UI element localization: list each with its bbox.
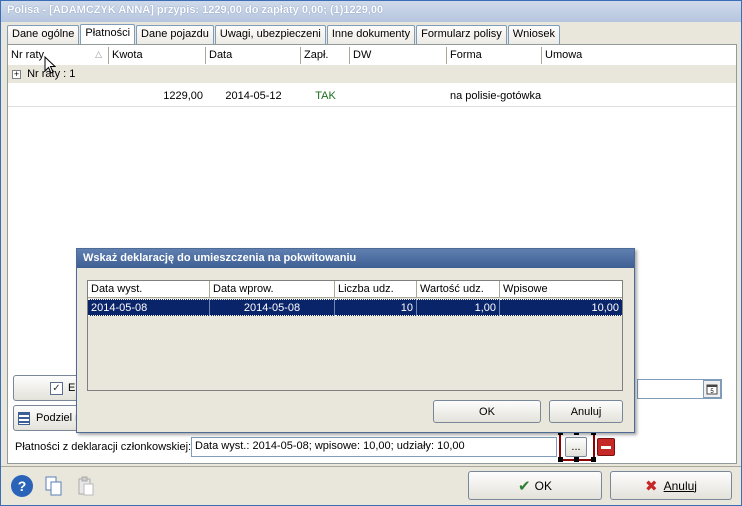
cell-nr-raty <box>8 85 109 107</box>
cell-umowa <box>542 85 736 107</box>
cell-wpisowe: 10,00 <box>500 299 622 316</box>
cell-dw <box>350 85 447 107</box>
window-title: Polisa - [ADAMCZYK ANNA] przypis: 1229,0… <box>1 1 741 22</box>
checkbox-icon: ✓ <box>50 381 63 395</box>
declaration-grid-header: Data wyst. Data wprow. Liczba udz. Warto… <box>88 281 622 298</box>
dialog-ok-button[interactable]: OK <box>433 400 541 423</box>
footer-separator <box>1 466 741 467</box>
browse-button[interactable]: ... <box>565 437 587 457</box>
column-header-data-wprow[interactable]: Data wprow. <box>210 281 335 298</box>
cell-data-wyst: 2014-05-08 <box>88 299 210 316</box>
tab-bar: Dane ogólne Płatności Dane pojazdu Uwagi… <box>7 24 561 44</box>
help-icon[interactable]: ? <box>11 475 33 497</box>
paste-icon[interactable] <box>75 475 97 497</box>
mouse-cursor-icon <box>44 56 56 74</box>
cell-zapl: TAK <box>315 90 336 102</box>
table-row[interactable]: 2014-05-08 2014-05-08 10 1,00 10,00 <box>88 299 622 316</box>
cell-kwota: 1229,00 <box>163 90 203 102</box>
column-header-nr-raty[interactable]: Nr raty △ <box>8 47 109 64</box>
sort-ascending-icon: △ <box>95 49 102 59</box>
tab-formularz-polisy[interactable]: Formularz polisy <box>416 25 507 44</box>
column-header-umowa[interactable]: Umowa <box>542 47 736 64</box>
calendar-icon[interactable]: 5 <box>703 380 721 398</box>
close-icon: ✖ <box>645 477 658 495</box>
remove-icon[interactable] <box>597 438 615 456</box>
tab-inne-dokumenty[interactable]: Inne dokumenty <box>326 25 416 44</box>
dialog-cancel-button[interactable]: Anuluj <box>549 400 623 423</box>
column-header-zapl[interactable]: Zapł. <box>301 47 350 64</box>
cell-liczba-udz: 10 <box>335 299 417 316</box>
ok-button[interactable]: ✔ OK <box>468 471 602 500</box>
tab-platnosci[interactable]: Płatności <box>80 24 136 44</box>
column-header-data[interactable]: Data <box>206 47 301 64</box>
table-row[interactable]: 1229,00 2014-05-12 TAK na polisie-gotówk… <box>8 85 736 107</box>
column-header-kwota[interactable]: Kwota <box>109 47 206 64</box>
check-icon: ✔ <box>518 477 531 495</box>
column-header-forma[interactable]: Forma <box>447 47 542 64</box>
dialog-title: Wskaż deklarację do umieszczenia na pokw… <box>77 249 634 268</box>
group-row[interactable]: + Nr raty : 1 <box>8 65 736 83</box>
copy-icon[interactable] <box>43 475 65 497</box>
column-header-wpisowe[interactable]: Wpisowe <box>500 281 622 298</box>
column-header-dw[interactable]: DW <box>350 47 447 64</box>
column-header-data-wyst[interactable]: Data wyst. <box>88 281 210 298</box>
column-header-liczba-udz[interactable]: Liczba udz. <box>335 281 417 298</box>
cancel-button[interactable]: ✖ Anuluj <box>610 471 732 500</box>
membership-field[interactable]: Data wyst.: 2014-05-08; wpisowe: 10,00; … <box>191 437 557 457</box>
column-header-wartosc-udz[interactable]: Wartość udz. <box>417 281 500 298</box>
cell-data-wprow: 2014-05-08 <box>210 299 335 316</box>
split-grid-icon <box>18 411 30 425</box>
payments-grid-header: Nr raty △ Kwota Data Zapł. DW Forma Umow… <box>8 47 736 64</box>
cell-wartosc-udz: 1,00 <box>417 299 500 316</box>
tab-wniosek[interactable]: Wniosek <box>507 25 560 44</box>
declaration-grid: Data wyst. Data wprow. Liczba udz. Warto… <box>87 280 623 391</box>
tab-dane-ogolne[interactable]: Dane ogólne <box>7 25 80 44</box>
tab-dane-pojazdu[interactable]: Dane pojazdu <box>136 25 214 44</box>
declaration-dialog: Wskaż deklarację do umieszczenia na pokw… <box>76 248 635 433</box>
cell-data: 2014-05-12 <box>225 90 282 102</box>
cell-forma: na polisie-gotówka <box>450 90 542 102</box>
tab-uwagi-ubezpieczeni[interactable]: Uwagi, ubezpieczeni <box>214 25 326 44</box>
membership-label: Płatności z deklaracji członkowskiej: <box>15 441 192 453</box>
expand-plus-icon[interactable]: + <box>12 69 21 79</box>
